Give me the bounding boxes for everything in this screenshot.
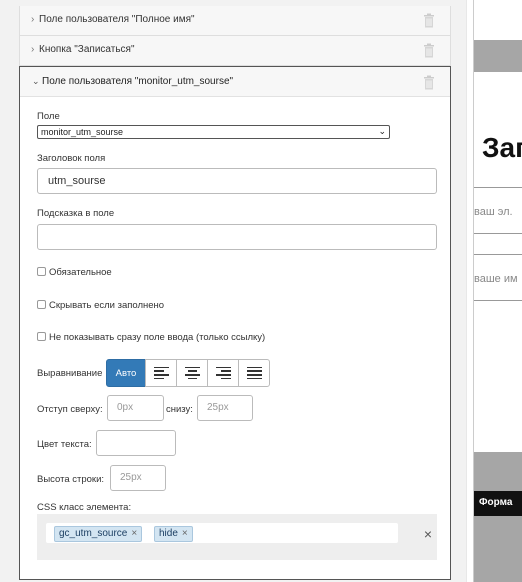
divider [474, 300, 522, 301]
required-checkbox-row[interactable]: Обязательное [37, 267, 112, 278]
accordion-item-label: Поле пользователя "Полное имя" [39, 14, 195, 25]
remove-tag-icon[interactable]: × [182, 528, 188, 539]
accordion-item-label: Поле пользователя "monitor_utm_sourse" [42, 76, 234, 87]
chevron-down-icon: ⌄ [378, 126, 386, 136]
align-label: Выравнивание [37, 368, 103, 379]
line-height-label: Высота строки: [37, 474, 105, 485]
field-select[interactable]: monitor_utm_sourse ⌄ [37, 125, 390, 139]
link-only-checkbox[interactable] [37, 332, 46, 341]
field-select-value: monitor_utm_sourse [41, 127, 124, 137]
field-title-label: Заголовок поля [37, 153, 106, 164]
chevron-down-icon: ⌄ [32, 76, 40, 86]
trash-icon[interactable] [423, 75, 435, 90]
required-label: Обязательное [49, 267, 112, 278]
preview-email-placeholder: ваш эл. [474, 206, 513, 218]
trash-icon[interactable] [423, 13, 435, 28]
css-tag-label: gc_utm_source [59, 528, 128, 539]
divider [474, 233, 522, 234]
line-height-input[interactable]: 25px [110, 465, 166, 491]
preview-bar [474, 40, 522, 72]
align-center-button[interactable] [176, 359, 208, 387]
css-tag[interactable]: gc_utm_source × [54, 526, 143, 542]
required-checkbox[interactable] [37, 267, 46, 276]
clear-tags-icon[interactable]: × [424, 526, 432, 542]
css-tag-label: hide [159, 528, 178, 539]
align-right-icon [215, 365, 231, 381]
margin-top-label: Отступ сверху: [37, 404, 103, 415]
css-class-tag-input[interactable]: gc_utm_source × hide × × [37, 514, 437, 560]
margin-bottom-label: снизу: [166, 404, 193, 415]
chevron-right-icon: › [31, 14, 35, 25]
accordion-item-full-name[interactable]: › Поле пользователя "Полное имя" [19, 6, 451, 36]
text-color-input[interactable] [96, 430, 176, 456]
preview-canvas [474, 72, 522, 452]
preview-form-button[interactable]: Форма [474, 491, 522, 516]
hide-if-filled-checkbox[interactable] [37, 300, 46, 309]
trash-icon[interactable] [423, 43, 435, 58]
margin-top-placeholder: 0px [117, 402, 134, 413]
accordion-item-signup-button[interactable]: › Кнопка "Записаться" [19, 36, 451, 66]
hint-input[interactable] [37, 224, 437, 250]
css-tag[interactable]: hide × [154, 526, 193, 542]
align-right-button[interactable] [207, 359, 239, 387]
css-class-label: CSS класс элемента: [37, 502, 132, 513]
divider [474, 187, 522, 188]
preview-heading: Зап [482, 132, 522, 163]
preview-form-button-label: Форма [479, 497, 513, 508]
remove-tag-icon[interactable]: × [131, 528, 137, 539]
line-height-placeholder: 25px [120, 472, 142, 483]
hide-if-filled-label: Скрывать если заполнено [49, 300, 165, 311]
divider [474, 254, 522, 255]
chevron-right-icon: › [31, 44, 35, 55]
margin-bottom-input[interactable]: 25px [197, 395, 253, 421]
align-justify-icon [246, 365, 262, 381]
text-color-label: Цвет текста: [37, 439, 92, 450]
hide-if-filled-row[interactable]: Скрывать если заполнено [37, 300, 164, 311]
margin-top-input[interactable]: 0px [107, 395, 164, 421]
field-title-value: utm_sourse [48, 175, 106, 187]
field-label: Поле [37, 111, 60, 122]
align-left-icon [153, 365, 169, 381]
align-auto-button[interactable]: Авто [106, 359, 146, 387]
preview-name-placeholder: ваше им [474, 273, 518, 285]
divider [466, 0, 467, 582]
link-only-label: Не показывать сразу поле ввода (только с… [49, 332, 266, 343]
align-justify-button[interactable] [238, 359, 270, 387]
margin-bottom-placeholder: 25px [207, 402, 229, 413]
field-title-input[interactable]: utm_sourse [37, 168, 437, 194]
align-button-group: Авто [106, 359, 270, 387]
hint-label: Подсказка в поле [37, 208, 115, 219]
accordion-header[interactable]: ⌄ Поле пользователя "monitor_utm_sourse" [20, 67, 450, 97]
preview-bar [474, 452, 522, 582]
accordion-item-label: Кнопка "Записаться" [39, 44, 135, 55]
align-center-icon [184, 365, 200, 381]
align-auto-label: Авто [115, 367, 137, 379]
accordion-item-utm-sourse: ⌄ Поле пользователя "monitor_utm_sourse"… [19, 66, 451, 580]
link-only-row[interactable]: Не показывать сразу поле ввода (только с… [37, 332, 265, 343]
align-left-button[interactable] [145, 359, 177, 387]
css-class-tag-field[interactable]: gc_utm_source × hide × [46, 523, 398, 543]
